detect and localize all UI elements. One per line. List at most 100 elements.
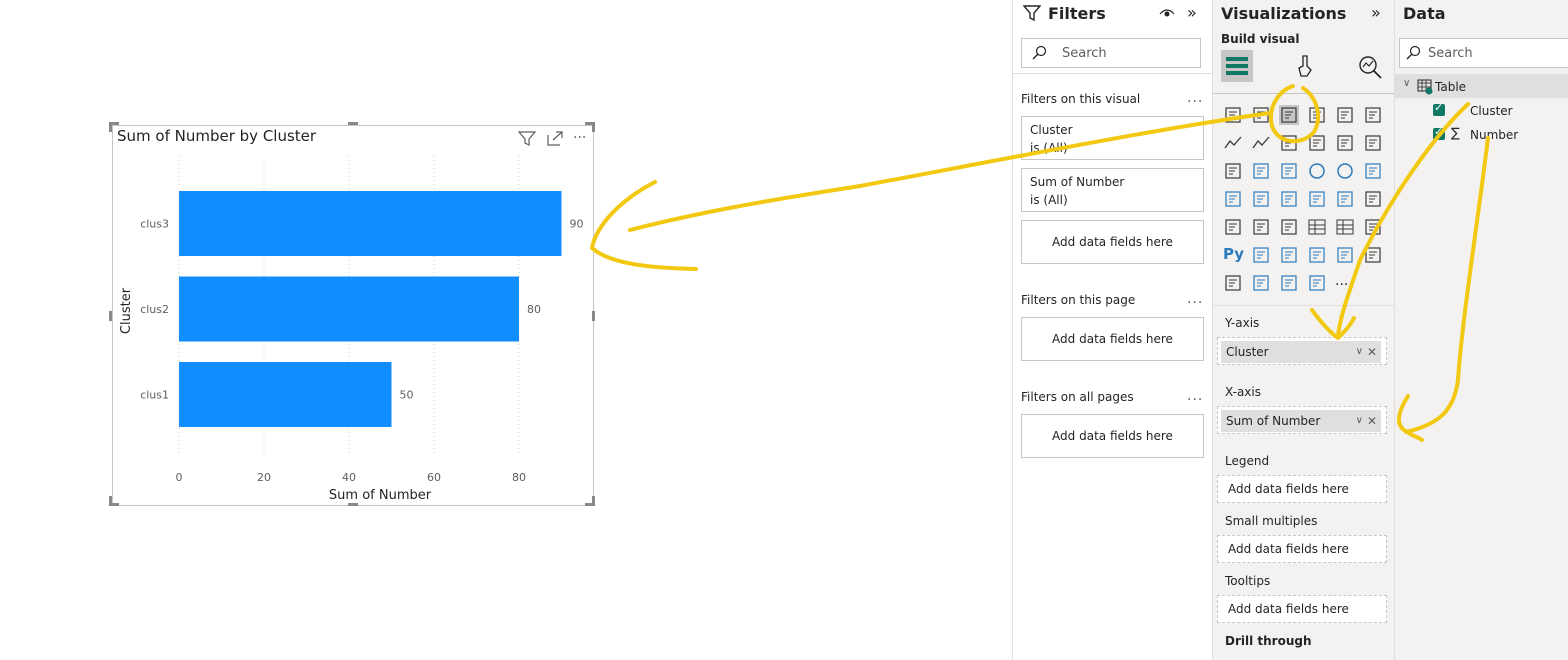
filter-card-cluster[interactable]: Cluster is (All) bbox=[1021, 116, 1204, 160]
data-search-input[interactable]: Search bbox=[1399, 38, 1568, 68]
slicer-icon[interactable] bbox=[1279, 217, 1299, 237]
smart-narrative-icon[interactable] bbox=[1335, 245, 1355, 265]
clustered-bar-chart-icon[interactable] bbox=[1279, 105, 1299, 125]
collapse-filters-icon[interactable]: » bbox=[1187, 3, 1197, 22]
filters-search-input[interactable]: Search bbox=[1021, 38, 1201, 68]
add-page-filter-drop[interactable]: Add data fields here bbox=[1021, 317, 1204, 361]
small-multiples-well[interactable]: Add data fields here bbox=[1217, 535, 1387, 563]
matrix-icon[interactable] bbox=[1335, 217, 1355, 237]
ribbon-chart-icon[interactable] bbox=[1363, 133, 1383, 153]
filters-pane: Filters » Search Filters on this visual … bbox=[1012, 0, 1212, 660]
area-chart-icon[interactable] bbox=[1251, 133, 1271, 153]
resize-handle[interactable] bbox=[109, 122, 112, 132]
drill-through-label: Drill through bbox=[1225, 634, 1312, 648]
qa-icon[interactable] bbox=[1307, 245, 1327, 265]
checkbox-number[interactable] bbox=[1433, 125, 1445, 140]
azure-map-icon[interactable] bbox=[1307, 189, 1327, 209]
stacked-bar-chart-icon[interactable] bbox=[1223, 105, 1243, 125]
bar-clus1[interactable] bbox=[179, 362, 392, 427]
x-tick-label: 40 bbox=[342, 471, 356, 484]
build-visual-label: Build visual bbox=[1221, 32, 1300, 46]
chevron-down-icon[interactable]: ∨ bbox=[1356, 341, 1363, 363]
r-visual-icon[interactable] bbox=[1363, 217, 1383, 237]
more-visuals-icon[interactable]: ... bbox=[1335, 273, 1355, 293]
y-tick-label: clus1 bbox=[140, 389, 169, 402]
card-icon[interactable] bbox=[1363, 189, 1383, 209]
more-options-icon[interactable]: ... bbox=[1187, 291, 1203, 307]
x-axis-well-label: X-axis bbox=[1225, 385, 1261, 399]
python-visual-icon[interactable]: Py bbox=[1223, 245, 1244, 265]
treemap-icon[interactable] bbox=[1363, 161, 1383, 181]
close-icon[interactable]: ✕ bbox=[1367, 410, 1377, 432]
more-options-icon[interactable]: ... bbox=[1187, 90, 1203, 106]
resize-handle[interactable] bbox=[109, 496, 112, 506]
filled-map-icon[interactable] bbox=[1251, 189, 1271, 209]
x-tick-label: 80 bbox=[512, 471, 526, 484]
resize-handle[interactable] bbox=[348, 122, 358, 125]
more-options-icon[interactable]: ... bbox=[1187, 388, 1203, 404]
chevron-down-icon[interactable]: ∨ bbox=[1403, 78, 1410, 89]
resize-handle[interactable] bbox=[592, 122, 595, 132]
build-visual-tab-icon[interactable] bbox=[1221, 50, 1253, 82]
data-label: 80 bbox=[527, 303, 541, 316]
metrics-icon[interactable] bbox=[1363, 245, 1383, 265]
funnel-chart-icon[interactable] bbox=[1251, 161, 1271, 181]
donut-chart-icon[interactable] bbox=[1335, 161, 1355, 181]
kpi-icon[interactable] bbox=[1251, 217, 1271, 237]
filter-funnel-icon bbox=[1022, 4, 1042, 26]
100-stacked-bar-chart-icon[interactable] bbox=[1335, 105, 1355, 125]
line-chart-icon[interactable] bbox=[1223, 133, 1243, 153]
resize-handle[interactable] bbox=[592, 496, 595, 506]
chevron-down-icon[interactable]: ∨ bbox=[1356, 410, 1363, 432]
key-influencers-icon[interactable] bbox=[1251, 245, 1271, 265]
power-apps-icon[interactable] bbox=[1251, 273, 1271, 293]
paginated-report-icon[interactable] bbox=[1223, 273, 1243, 293]
format-visual-tab-icon[interactable] bbox=[1293, 54, 1317, 82]
table-icon bbox=[1417, 79, 1433, 99]
power-automate-flow-icon[interactable] bbox=[1307, 273, 1327, 293]
filters-on-visual-label: Filters on this visual bbox=[1021, 92, 1141, 106]
add-visual-filter-drop[interactable]: Add data fields here bbox=[1021, 220, 1204, 264]
stacked-column-chart-icon[interactable] bbox=[1251, 105, 1271, 125]
analytics-tab-icon[interactable] bbox=[1357, 54, 1383, 84]
x-axis-title: Sum of Number bbox=[329, 488, 432, 503]
resize-handle[interactable] bbox=[109, 311, 112, 321]
collapse-visualizations-icon[interactable]: » bbox=[1371, 3, 1381, 22]
data-pane: Data Search ∨ Table Cluster ∑ Number bbox=[1394, 0, 1568, 660]
field-cluster[interactable]: Cluster bbox=[1470, 104, 1513, 118]
bar-chart-visual[interactable]: Sum of Number by Cluster ··· clus3 90 clus… bbox=[109, 122, 595, 506]
multi-row-card-icon[interactable] bbox=[1223, 217, 1243, 237]
stacked-area-chart-icon[interactable] bbox=[1279, 133, 1299, 153]
line-stacked-column-icon[interactable] bbox=[1307, 133, 1327, 153]
100-stacked-column-chart-icon[interactable] bbox=[1363, 105, 1383, 125]
close-icon[interactable]: ✕ bbox=[1367, 341, 1377, 363]
shape-map-icon[interactable] bbox=[1279, 189, 1299, 209]
data-label: 90 bbox=[570, 218, 584, 231]
y-tick-label: clus3 bbox=[140, 218, 169, 231]
scatter-chart-icon[interactable] bbox=[1279, 161, 1299, 181]
clustered-column-chart-icon[interactable] bbox=[1307, 105, 1327, 125]
field-number[interactable]: Number bbox=[1470, 128, 1518, 142]
waterfall-chart-icon[interactable] bbox=[1223, 161, 1243, 181]
line-clustered-column-icon[interactable] bbox=[1335, 133, 1355, 153]
add-report-filter-drop[interactable]: Add data fields here bbox=[1021, 414, 1204, 458]
table-name[interactable]: Table bbox=[1435, 80, 1466, 94]
checkbox-cluster[interactable] bbox=[1433, 101, 1445, 116]
decomposition-tree-icon[interactable] bbox=[1279, 245, 1299, 265]
filter-card-sum-of-number[interactable]: Sum of Number is (All) bbox=[1021, 168, 1204, 212]
bar-clus2[interactable] bbox=[179, 276, 519, 342]
visualizations-pane: Visualizations » Build visual Py... Y-ax… bbox=[1212, 0, 1394, 660]
map-icon[interactable] bbox=[1223, 189, 1243, 209]
resize-handle[interactable] bbox=[592, 311, 595, 321]
x-axis-field-sum-of-number[interactable]: Sum of Number ∨ ✕ bbox=[1221, 410, 1381, 432]
tooltips-well[interactable]: Add data fields here bbox=[1217, 595, 1387, 623]
power-automate-icon[interactable] bbox=[1279, 273, 1299, 293]
resize-handle[interactable] bbox=[348, 503, 358, 506]
bar-clus3[interactable] bbox=[179, 191, 562, 256]
gauge-icon[interactable] bbox=[1335, 189, 1355, 209]
pie-chart-icon[interactable] bbox=[1307, 161, 1327, 181]
legend-well[interactable]: Add data fields here bbox=[1217, 475, 1387, 503]
y-axis-field-cluster[interactable]: Cluster ∨ ✕ bbox=[1221, 341, 1381, 363]
table-icon[interactable] bbox=[1307, 217, 1327, 237]
eye-icon[interactable] bbox=[1159, 5, 1175, 24]
